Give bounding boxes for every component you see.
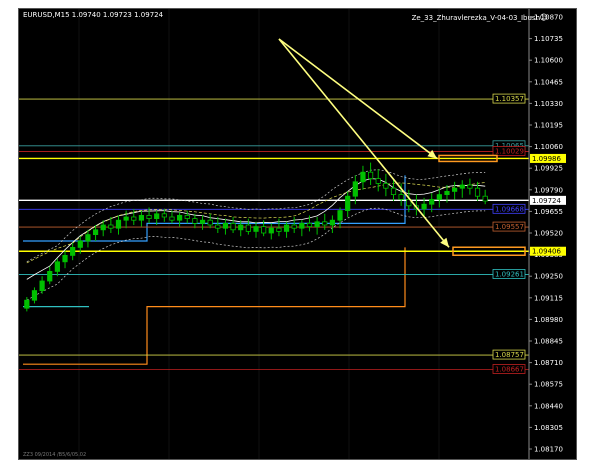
candle-body: [452, 187, 458, 192]
candle-body: [146, 214, 152, 219]
price-tick-label: 1.08980: [534, 316, 563, 324]
candle-body: [70, 246, 76, 256]
price-chart[interactable]: 1.108701.107351.106001.104651.103301.101…: [19, 9, 577, 460]
candle-body: [169, 216, 175, 221]
price-tick-label: 1.08170: [534, 446, 563, 454]
level-tag-label: 1.09406: [532, 248, 561, 256]
price-tick-label: 1.10195: [534, 122, 563, 130]
candle-body: [329, 219, 335, 226]
candle-body: [398, 194, 404, 200]
price-tick-label: 1.08710: [534, 359, 563, 367]
price-tick-label: 1.09115: [534, 294, 563, 302]
candle-body: [24, 299, 30, 309]
candle-body: [54, 261, 60, 272]
candle-body: [383, 182, 389, 189]
candle-body: [291, 224, 297, 229]
candle-body: [337, 210, 343, 221]
level-tag-label: 1.08757: [495, 351, 524, 359]
price-tick-label: 1.09655: [534, 208, 563, 216]
candle-body: [230, 222, 236, 231]
candle-body: [92, 229, 99, 236]
candle-body: [367, 171, 374, 179]
candle-body: [77, 240, 83, 248]
candle-body: [375, 178, 381, 184]
price-tick-label: 1.10060: [534, 143, 563, 151]
candle-body: [138, 214, 145, 221]
chart-window[interactable]: 1.10870 1.10735 1.10600 1.10465 1.10330 1.101…: [18, 8, 577, 460]
level-tag-label: 1.09724: [532, 197, 561, 205]
candle-body: [322, 221, 328, 226]
candle-body: [108, 224, 114, 229]
candle-body: [85, 234, 91, 242]
level-tag-label: 1.10029: [495, 148, 524, 156]
candle-body: [123, 216, 129, 221]
candle-body: [268, 227, 274, 234]
price-tick-label: 1.09790: [534, 186, 563, 194]
price-tick-label: 1.08305: [534, 424, 563, 432]
candle-body: [283, 224, 290, 232]
candle-body: [131, 216, 137, 221]
candle-body: [100, 224, 106, 231]
candle-body: [115, 219, 122, 229]
candle-body: [390, 187, 397, 195]
candle-body: [482, 195, 488, 202]
candle-body: [467, 184, 473, 189]
price-tick-label: 1.08440: [534, 402, 563, 410]
candle-body: [306, 222, 313, 227]
candle-body: [245, 224, 251, 232]
candle-body: [62, 254, 68, 263]
candle-body: [184, 214, 190, 219]
candle-body: [31, 290, 38, 301]
candle-body: [352, 181, 358, 197]
indicator-label: Ze_33_Zhuravlerezka_V-04-03_Ibush: [411, 14, 540, 22]
price-tick-label: 1.10465: [534, 78, 563, 86]
candle-body: [154, 213, 160, 220]
level-tag-label: 1.09261: [495, 270, 524, 278]
candle-body: [459, 184, 465, 189]
symbol-header: EURUSD,M15 1.09740 1.09723 1.09724: [23, 11, 164, 19]
price-tick-label: 1.08845: [534, 338, 563, 346]
level-tag-label: 1.08667: [495, 365, 524, 373]
candle-body: [215, 224, 221, 229]
candle-body: [474, 187, 481, 197]
candle-body: [238, 224, 244, 231]
footer-text: ZZ3 09/2014 /B5/6/05.02: [23, 452, 87, 458]
price-tick-label: 1.09520: [534, 230, 563, 238]
candle-body: [207, 219, 213, 226]
candle-body: [47, 270, 53, 282]
level-tag-label: 1.09668: [495, 205, 524, 213]
candle-body: [276, 227, 282, 232]
level-tag-label: 1.09986: [532, 155, 561, 163]
candle-body: [199, 219, 206, 224]
candle-body: [192, 218, 198, 224]
candle-body: [261, 226, 267, 234]
candle-body: [436, 194, 442, 200]
price-tick-label: 1.09250: [534, 273, 563, 281]
price-tick-label: 1.10735: [534, 35, 563, 43]
candle-body: [222, 222, 229, 229]
price-tick-label: 1.10330: [534, 100, 563, 108]
level-tag-label: 1.10357: [495, 95, 524, 103]
candle-body: [429, 198, 435, 205]
candle-body: [161, 213, 167, 218]
candle-body: [360, 171, 366, 183]
smiley-icon[interactable]: ☺: [540, 13, 548, 22]
level-tag-label: 1.09557: [495, 223, 524, 231]
price-tick-label: 1.09925: [534, 165, 563, 173]
candle-body: [444, 190, 450, 195]
candle-body: [421, 203, 427, 210]
price-tick-label: 1.10600: [534, 57, 563, 65]
candle-body: [39, 280, 45, 292]
candle-body: [253, 226, 259, 232]
candle-body: [299, 222, 305, 229]
candle-body: [314, 221, 320, 228]
candle-body: [177, 214, 183, 221]
price-tick-label: 1.08575: [534, 381, 563, 389]
candle-body: [345, 195, 351, 211]
